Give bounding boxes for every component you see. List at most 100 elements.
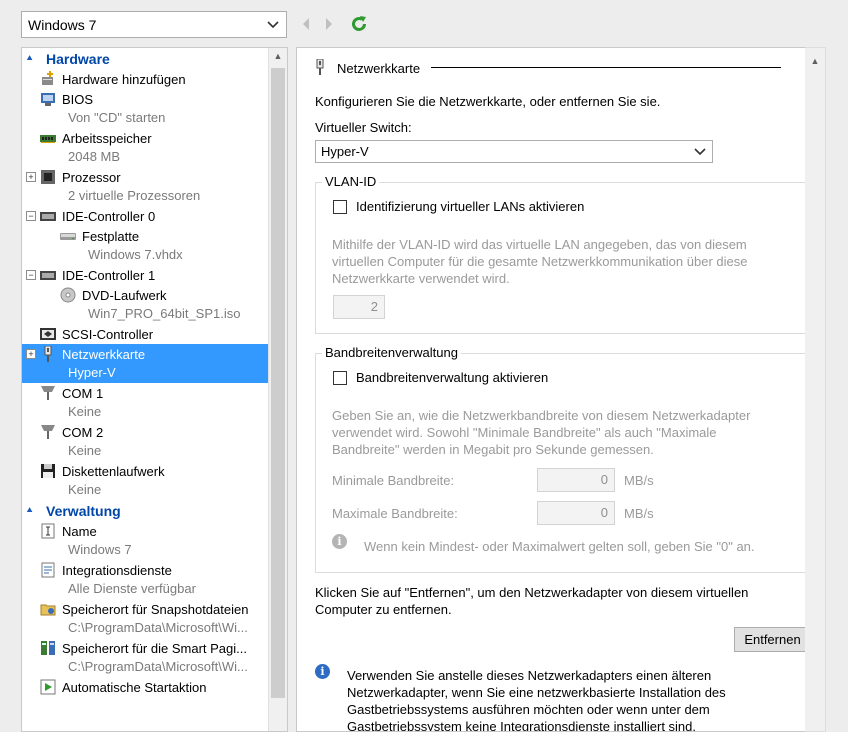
integration-services-icon	[40, 562, 56, 578]
tree-item-detail: Von "CD" starten	[68, 110, 166, 125]
network-adapter-icon	[40, 346, 56, 362]
scroll-up-arrow-icon[interactable]: ▲	[805, 56, 825, 66]
legacy-note-line: Netzwerkadapter, wenn Sie eine netzwerkb…	[347, 685, 726, 700]
intro-text: Konfigurieren Sie die Netzwerkkarte, ode…	[315, 94, 661, 109]
tree-item-detail: Windows 7.vhdx	[88, 247, 183, 262]
tree-item-label: Integrationsdienste	[62, 562, 172, 578]
expand-icon[interactable]: +	[26, 349, 36, 359]
controller-icon	[40, 267, 56, 283]
tree-item-name[interactable]: Name Windows 7	[22, 521, 269, 560]
hard-disk-icon	[60, 228, 76, 244]
tree-item-detail: Windows 7	[68, 542, 132, 557]
vm-selector[interactable]: Windows 7	[21, 11, 287, 38]
bandwidth-checkbox[interactable]	[333, 370, 347, 385]
vlan-description: Mithilfe der VLAN-ID wird das virtuelle …	[332, 236, 802, 287]
vlan-checkbox[interactable]	[333, 199, 347, 214]
collapse-icon[interactable]: −	[26, 211, 36, 221]
tree-item-detail: C:\ProgramData\Microsoft\Wi...	[68, 659, 248, 674]
tree-item-dvd-drive[interactable]: DVD-Laufwerk Win7_PRO_64bit_SP1.iso	[22, 285, 269, 324]
vlan-checkbox-row[interactable]: Identifizierung virtueller LANs aktivier…	[333, 199, 584, 214]
back-arrow-icon[interactable]	[299, 15, 313, 33]
settings-tree-panel: ⯅ Hardware Hardware hinzufügen BIOS Von …	[21, 47, 288, 732]
tree-item-label: COM 1	[62, 385, 104, 401]
legacy-note-line: Gastbetriebssystem keine Integrationsdie…	[347, 719, 697, 732]
collapse-chevron-icon[interactable]: ⯅	[26, 53, 40, 64]
tree-item-detail: Keine	[68, 482, 102, 497]
section-header-hardware[interactable]: ⯅ Hardware	[22, 48, 269, 69]
section-header-management[interactable]: ⯅ Verwaltung	[22, 500, 269, 521]
min-bandwidth-label: Minimale Bandbreite:	[332, 473, 455, 488]
vlan-description-line: virtuellen Computer für die gesamte Netz…	[332, 254, 748, 269]
info-icon: i	[332, 534, 347, 549]
tree-item-label: Netzwerkkarte	[62, 346, 146, 362]
tree-item-processor[interactable]: + Prozessor 2 virtuelle Prozessoren	[22, 167, 269, 206]
virtual-switch-value: Hyper-V	[321, 144, 369, 159]
scrollbar-thumb[interactable]	[271, 68, 285, 698]
min-bandwidth-unit: MB/s	[624, 473, 654, 488]
vlan-id-input[interactable]: 2	[333, 295, 385, 319]
bandwidth-checkbox-label: Bandbreitenverwaltung aktivieren	[356, 370, 549, 385]
tree-item-ide-controller-0[interactable]: − IDE-Controller 0	[22, 206, 269, 226]
virtual-switch-select[interactable]: Hyper-V	[315, 140, 713, 163]
detail-panel: Netzwerkkarte Konfigurieren Sie die Netz…	[296, 47, 826, 732]
vlan-description-line: Mithilfe der VLAN-ID wird das virtuelle …	[332, 237, 747, 252]
detail-scrollbar[interactable]: ▲	[805, 47, 826, 732]
expand-icon[interactable]: +	[26, 172, 36, 182]
bandwidth-description: Geben Sie an, wie die Netzwerkbandbreite…	[332, 407, 802, 458]
vlan-group: VLAN-ID Identifizierung virtueller LANs …	[315, 174, 812, 334]
forward-arrow-icon[interactable]	[322, 15, 336, 33]
smart-paging-icon	[40, 640, 56, 656]
tree-item-ide-controller-1[interactable]: − IDE-Controller 1	[22, 265, 269, 285]
tree-item-add-hardware[interactable]: Hardware hinzufügen	[22, 69, 269, 89]
tree-item-label: Name	[62, 523, 97, 539]
tree-item-memory[interactable]: Arbeitsspeicher 2048 MB	[22, 128, 269, 167]
tree-item-label: COM 2	[62, 424, 104, 440]
detail-title: Netzwerkkarte	[337, 61, 421, 76]
com-port-icon	[40, 424, 56, 440]
remove-description: Klicken Sie auf "Entfernen", um den Netz…	[315, 584, 748, 618]
tree-item-hard-disk[interactable]: Festplatte Windows 7.vhdx	[22, 226, 269, 265]
tree-item-detail: 2 virtuelle Prozessoren	[68, 188, 201, 203]
tree-item-label: SCSI-Controller	[62, 326, 154, 342]
chevron-down-icon	[693, 145, 707, 159]
remove-button[interactable]: Entfernen	[734, 627, 811, 652]
dvd-icon	[60, 287, 76, 303]
scroll-up-arrow-icon[interactable]: ▲	[269, 51, 287, 61]
bandwidth-description-line: Bandbreite" werden in Megabit pro Sekund…	[332, 442, 654, 457]
refresh-icon[interactable]	[349, 14, 369, 34]
max-bandwidth-unit: MB/s	[624, 506, 654, 521]
tree-item-label: Hardware hinzufügen	[62, 71, 186, 87]
tree-item-network-adapter[interactable]: + Netzwerkkarte Hyper-V	[22, 344, 269, 383]
autostart-icon	[40, 679, 56, 695]
tree-item-label: Speicherort für Snapshotdateien	[62, 601, 249, 617]
max-bandwidth-input[interactable]: 0	[537, 501, 615, 525]
remove-description-line: Klicken Sie auf "Entfernen", um den Netz…	[315, 585, 749, 600]
tree-item-bios[interactable]: BIOS Von "CD" starten	[22, 89, 269, 128]
switch-label: Virtueller Switch:	[315, 120, 412, 135]
tree-item-scsi-controller[interactable]: SCSI-Controller	[22, 324, 269, 344]
tree-item-detail: Keine	[68, 443, 102, 458]
vlan-checkbox-label: Identifizierung virtueller LANs aktivier…	[356, 199, 585, 214]
name-icon	[40, 523, 56, 539]
collapse-chevron-icon[interactable]: ⯅	[26, 505, 40, 516]
tree-scrollbar[interactable]: ▲	[268, 48, 287, 731]
bandwidth-description-line: Geben Sie an, wie die Netzwerkbandbreite…	[332, 408, 751, 423]
tree-item-label: DVD-Laufwerk	[82, 287, 167, 303]
tree-item-snapshot-location[interactable]: Speicherort für Snapshotdateien C:\Progr…	[22, 599, 269, 638]
section-title: Verwaltung	[46, 502, 121, 519]
scsi-icon	[40, 326, 56, 342]
tree-item-com-2[interactable]: COM 2 Keine	[22, 422, 269, 461]
section-title: Hardware	[46, 50, 110, 67]
min-bandwidth-input[interactable]: 0	[537, 468, 615, 492]
bandwidth-checkbox-row[interactable]: Bandbreitenverwaltung aktivieren	[333, 370, 548, 385]
tree-item-smart-paging-location[interactable]: Speicherort für die Smart Pagi... C:\Pro…	[22, 638, 269, 677]
tree-item-floppy-drive[interactable]: Diskettenlaufwerk Keine	[22, 461, 269, 500]
legacy-note-line: Verwenden Sie anstelle dieses Netzwerkad…	[347, 668, 712, 683]
tree-item-detail: C:\ProgramData\Microsoft\Wi...	[68, 620, 248, 635]
tree-item-com-1[interactable]: COM 1 Keine	[22, 383, 269, 422]
tree-item-integration-services[interactable]: Integrationsdienste Alle Dienste verfügb…	[22, 560, 269, 599]
collapse-icon[interactable]: −	[26, 270, 36, 280]
bandwidth-group: Bandbreitenverwaltung Bandbreitenverwalt…	[315, 345, 812, 573]
tree-item-detail: 2048 MB	[68, 149, 121, 164]
tree-item-autostart[interactable]: Automatische Startaktion	[22, 677, 269, 697]
